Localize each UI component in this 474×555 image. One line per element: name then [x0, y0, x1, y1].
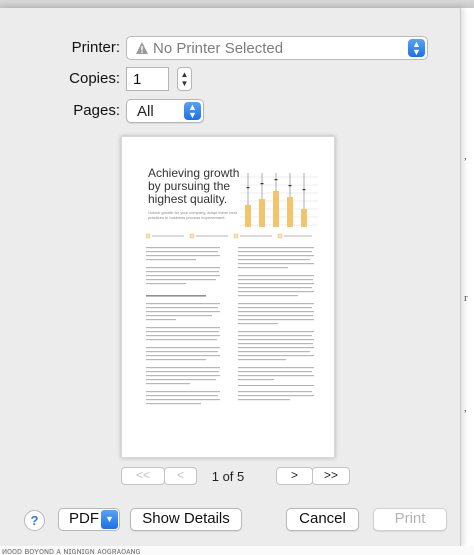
cancel-button[interactable]: Cancel	[286, 508, 359, 531]
warning-icon	[136, 42, 148, 54]
background-text-fragment: r	[464, 292, 468, 304]
preview-subtitle: Unlock growth for your company, adopt th…	[148, 210, 237, 220]
pages-select[interactable]: All ▲ ▼	[126, 99, 204, 123]
copies-label: Copies:	[69, 70, 120, 87]
printer-value: No Printer Selected	[153, 40, 284, 57]
pdf-label: PDF	[69, 510, 99, 527]
printer-select[interactable]: No Printer Selected ▲ ▼	[126, 36, 428, 60]
preview-body-text	[146, 247, 314, 405]
background-text-fragment: ,	[464, 150, 467, 162]
first-page-button[interactable]: <<	[121, 467, 165, 485]
pdf-menu-button[interactable]: PDF ▼	[58, 508, 120, 531]
show-details-button[interactable]: Show Details	[130, 508, 242, 531]
last-page-button[interactable]: >>	[312, 467, 350, 485]
pages-label: Pages:	[73, 102, 120, 119]
preview-legend	[146, 233, 312, 239]
background-text-fragment: ,	[464, 402, 467, 414]
next-page-button[interactable]: >	[276, 467, 313, 485]
printer-label: Printer:	[71, 39, 120, 56]
page-preview: Achieving growth by pursuing the highest…	[121, 136, 335, 458]
background-text-fragment: ᴎᴏᴏᴅ ʙᴏʏᴏɴᴅ ᴀ ɴɪɢɴɪɢɴ ᴀᴏɢʀᴀᴏᴀɴɢ	[0, 546, 474, 555]
previous-page-button[interactable]: <	[164, 467, 197, 485]
help-button[interactable]: ?	[24, 510, 45, 531]
background-document	[460, 8, 474, 555]
chevron-down-icon: ▼	[101, 510, 118, 529]
copies-input[interactable]: 1	[126, 67, 169, 91]
copies-stepper[interactable]: ▲ ▼	[177, 67, 192, 91]
preview-chart	[240, 173, 318, 227]
pages-value: All	[137, 103, 154, 120]
page-indicator: 1 of 5	[211, 469, 245, 484]
chevron-updown-icon: ▲ ▼	[184, 102, 201, 120]
chevron-updown-icon: ▲ ▼	[408, 39, 425, 57]
preview-title: Achieving growth by pursuing the highest…	[148, 166, 240, 206]
window-titlebar-strip	[0, 0, 474, 8]
print-dialog: Printer: No Printer Selected ▲ ▼ Copies: …	[0, 8, 461, 548]
print-button[interactable]: Print	[373, 508, 447, 531]
